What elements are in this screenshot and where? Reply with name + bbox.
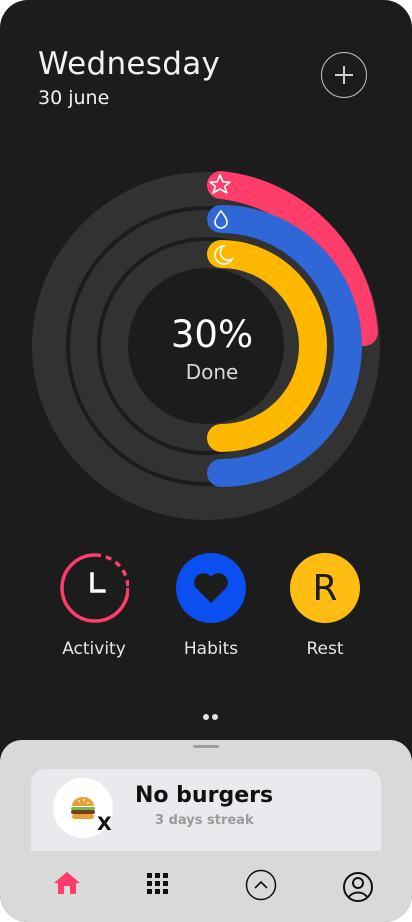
heart-icon — [194, 573, 228, 603]
nav-home[interactable] — [52, 868, 82, 898]
page-dot[interactable] — [203, 714, 209, 720]
bottom-sheet: X No burgers 3 days streak — [0, 740, 412, 922]
page-indicator[interactable] — [203, 705, 221, 724]
nav-expand[interactable] — [244, 868, 278, 902]
rest-letter: R — [312, 567, 338, 609]
habit-title: No burgers — [135, 783, 274, 808]
app-screen: Wednesday 30 june 30% Done Activity Habi… — [0, 0, 412, 922]
sheet-handle[interactable] — [193, 745, 219, 748]
rest-button[interactable]: R — [290, 553, 360, 623]
activity-button[interactable] — [59, 553, 129, 623]
rest-label: Rest — [306, 639, 344, 659]
close-icon[interactable]: X — [97, 813, 112, 835]
chevron-up-icon — [245, 869, 277, 901]
clock-icon — [60, 553, 129, 623]
category-habits[interactable]: Habits — [175, 553, 247, 659]
progress-percent: 30% — [170, 313, 254, 356]
page-dot[interactable] — [212, 714, 218, 720]
nav-profile[interactable] — [341, 870, 375, 904]
habits-label: Habits — [183, 639, 239, 659]
habit-card[interactable]: X No burgers 3 days streak — [31, 769, 381, 851]
nav-grid[interactable] — [144, 870, 172, 898]
progress-rings — [32, 171, 380, 520]
category-rest[interactable]: R Rest — [289, 553, 361, 659]
habits-button[interactable] — [176, 553, 246, 623]
profile-icon — [343, 872, 373, 902]
habit-streak: 3 days streak — [155, 813, 254, 828]
burger-icon — [71, 797, 95, 819]
activity-label: Activity — [62, 639, 126, 659]
progress-label: Done — [185, 360, 239, 384]
category-activity[interactable]: Activity — [58, 553, 130, 659]
home-icon — [54, 872, 80, 894]
grid-icon — [147, 873, 168, 894]
